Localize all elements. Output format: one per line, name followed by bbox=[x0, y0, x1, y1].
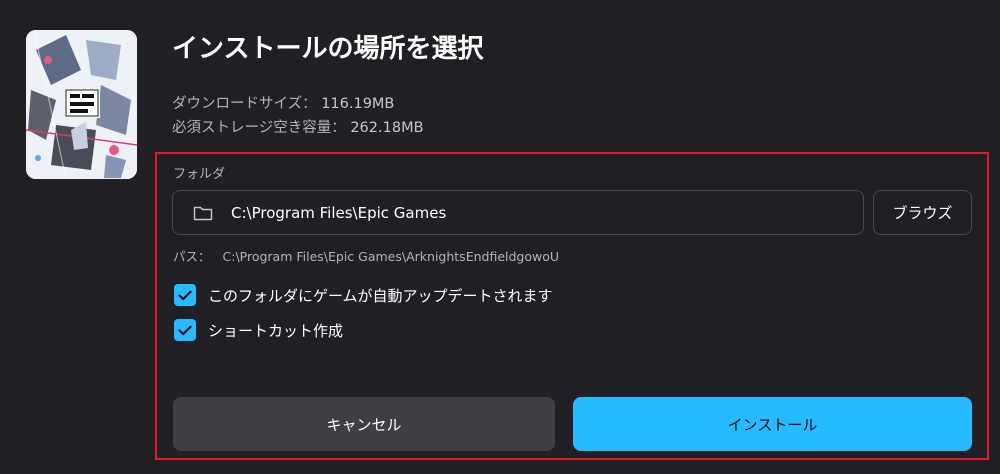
storage-required-label: 必須ストレージ空き容量： bbox=[172, 120, 346, 136]
auto-update-checkbox[interactable] bbox=[174, 284, 196, 306]
dialog-title: インストールの場所を選択 bbox=[172, 34, 484, 64]
shortcut-option[interactable]: ショートカット作成 bbox=[174, 319, 343, 341]
storage-required-row: 必須ストレージ空き容量： 262.18MB bbox=[172, 116, 424, 137]
storage-required-value: 262.18MB bbox=[350, 120, 424, 136]
download-size-value: 116.19MB bbox=[321, 96, 395, 112]
download-size-row: ダウンロードサイズ： 116.19MB bbox=[172, 92, 394, 113]
shortcut-label: ショートカット作成 bbox=[208, 321, 344, 340]
shortcut-checkbox[interactable] bbox=[174, 319, 196, 341]
folder-icon bbox=[193, 205, 213, 221]
install-folder-value[interactable]: C:\Program Files\Epic Games bbox=[231, 204, 446, 222]
game-cover-image bbox=[26, 30, 137, 179]
folder-label: フォルダ bbox=[173, 167, 226, 182]
install-button[interactable]: インストール bbox=[573, 397, 972, 451]
cancel-button[interactable]: キャンセル bbox=[173, 397, 555, 451]
game-cover-art-icon bbox=[26, 30, 137, 179]
checkmark-icon bbox=[178, 325, 192, 335]
auto-update-label: このフォルダにゲームが自動アップデートされます bbox=[208, 286, 553, 305]
install-folder-input[interactable]: C:\Program Files\Epic Games bbox=[172, 190, 864, 235]
install-path-value: C:\Program Files\Epic Games\ArknightsEnd… bbox=[222, 249, 560, 264]
install-path-row: パス： C:\Program Files\Epic Games\Arknight… bbox=[173, 246, 559, 265]
install-path-label: パス： bbox=[173, 249, 211, 264]
download-size-label: ダウンロードサイズ： bbox=[172, 96, 317, 112]
checkmark-icon bbox=[178, 290, 192, 300]
auto-update-option[interactable]: このフォルダにゲームが自動アップデートされます bbox=[174, 284, 553, 306]
browse-button[interactable]: ブラウズ bbox=[873, 190, 972, 235]
